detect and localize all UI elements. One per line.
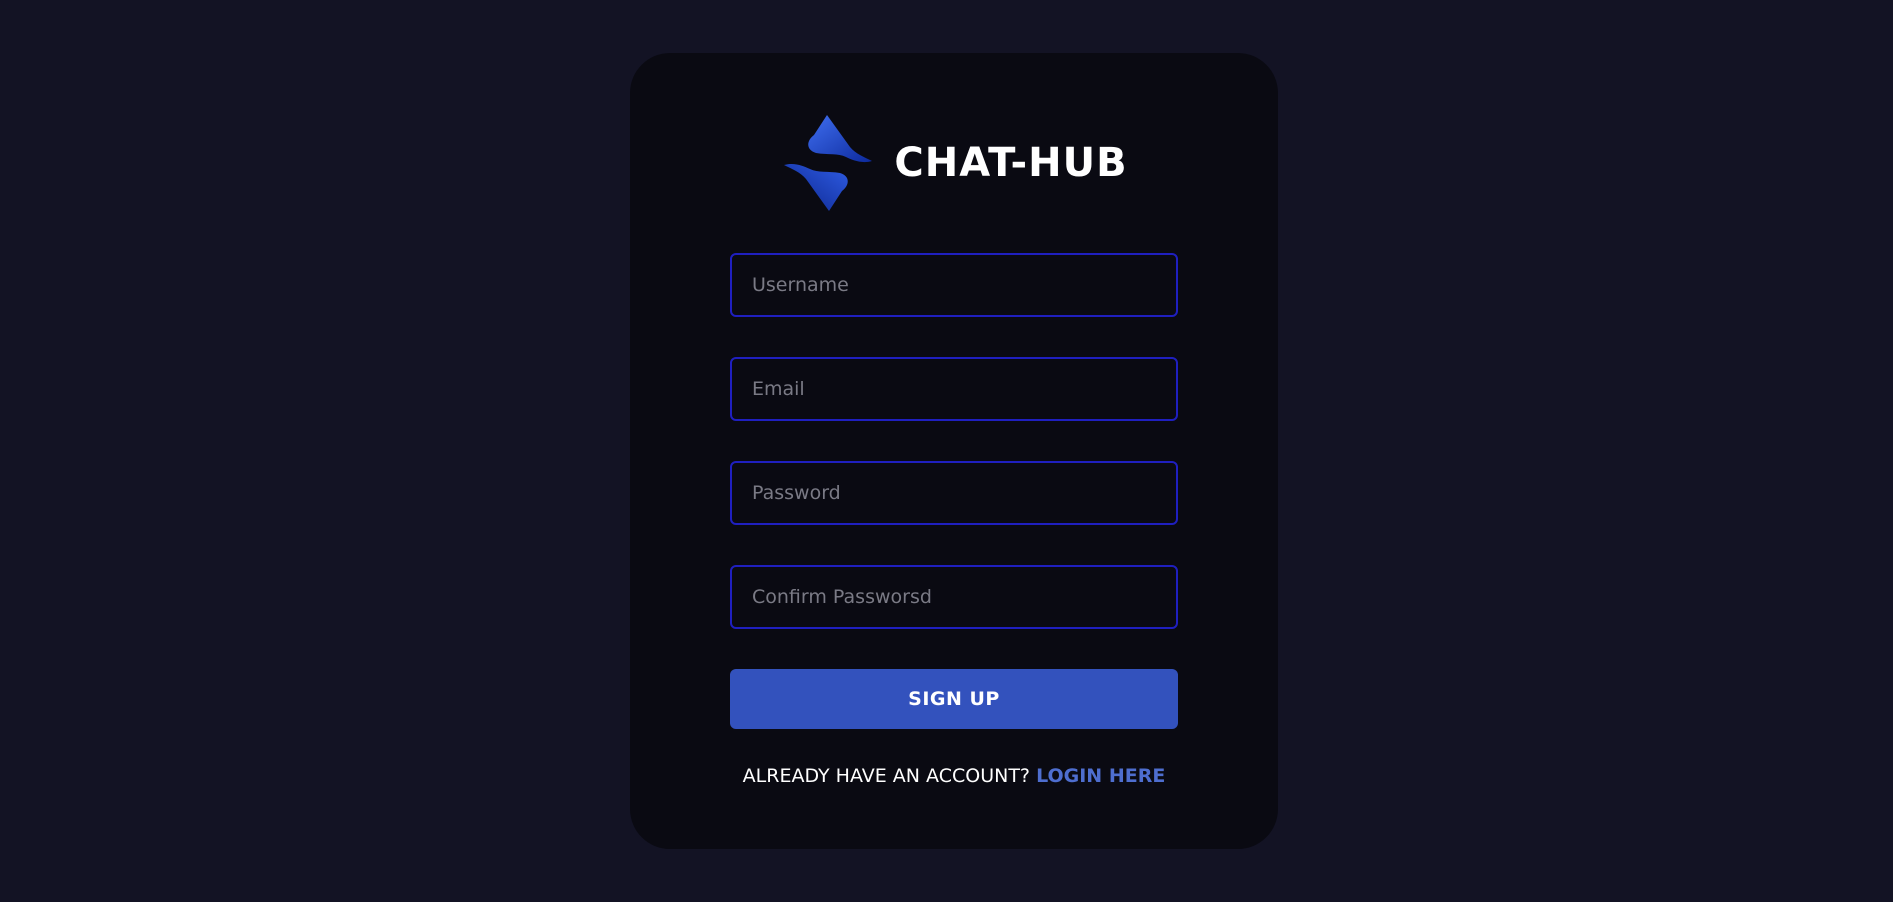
username-input[interactable]: [730, 253, 1178, 317]
login-prompt-text: ALREADY HAVE AN ACCOUNT?: [742, 765, 1031, 787]
password-input[interactable]: [730, 461, 1178, 525]
sign-up-button[interactable]: SIGN UP: [730, 669, 1178, 729]
email-input[interactable]: [730, 357, 1178, 421]
confirm-password-input[interactable]: [730, 565, 1178, 629]
login-prompt: ALREADY HAVE AN ACCOUNT? LOGIN HERE: [730, 765, 1178, 787]
chat-hub-logo-icon: [784, 115, 873, 211]
brand-title: CHAT-HUB: [894, 140, 1128, 186]
brand-header: CHAT-HUB: [630, 111, 1278, 215]
signup-card: CHAT-HUB SIGN UP ALREADY HAVE AN ACCOUNT…: [630, 53, 1278, 849]
login-link[interactable]: LOGIN HERE: [1036, 765, 1165, 787]
